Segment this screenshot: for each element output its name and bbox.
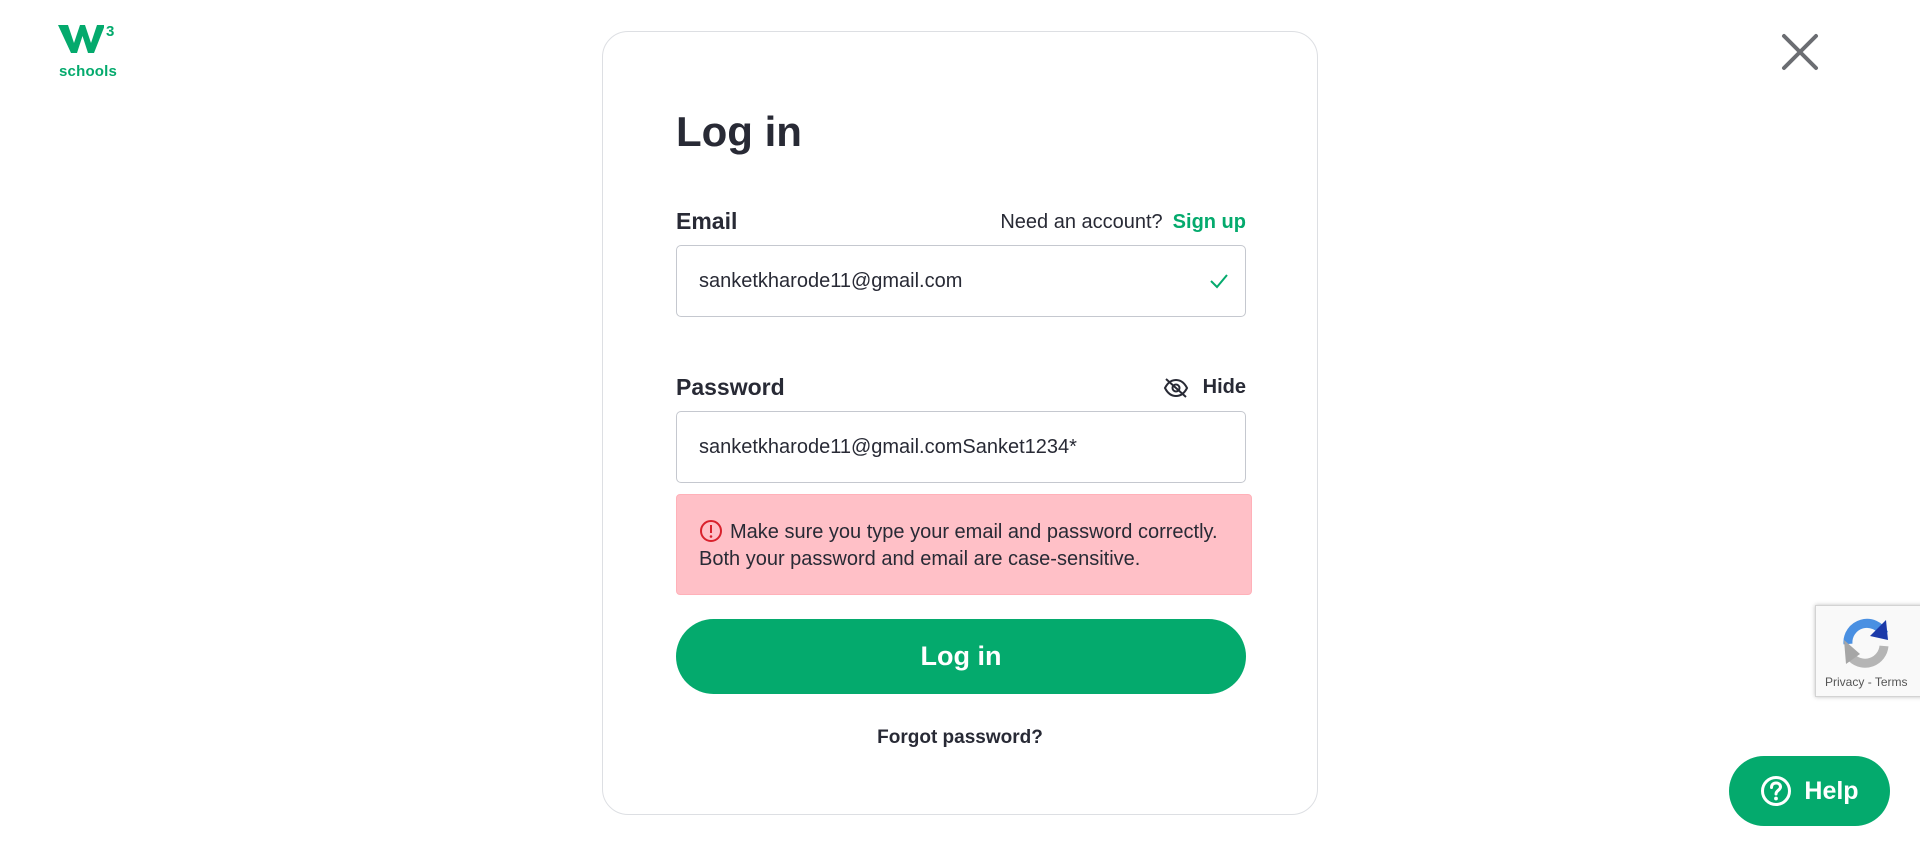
email-label: Email	[676, 208, 738, 234]
recaptcha-badge[interactable]: Privacy - Terms	[1815, 605, 1920, 697]
question-circle-icon	[1761, 776, 1792, 806]
email-field[interactable]: sanketkharode11@gmail.com	[676, 245, 1246, 317]
need-account-text: Need an account?	[1000, 211, 1163, 233]
forgot-password-link[interactable]: Forgot password?	[603, 727, 1317, 749]
password-label: Password	[676, 374, 785, 400]
recaptcha-links: Privacy - Terms	[1825, 675, 1907, 689]
close-icon	[1782, 34, 1818, 70]
password-value: sanketkharode11@gmail.comSanket1234*	[699, 435, 1077, 458]
recaptcha-icon	[1843, 618, 1889, 668]
eye-slash-icon	[1163, 377, 1188, 398]
help-label: Help	[1804, 776, 1859, 805]
error-line-2: Both your password and email are case-se…	[699, 548, 1141, 570]
logo-text: schools	[59, 63, 118, 80]
need-account-prompt: Need an account? Sign up	[1000, 211, 1246, 234]
email-value: sanketkharode11@gmail.com	[699, 269, 963, 292]
recaptcha-terms-link[interactable]: Terms	[1875, 675, 1908, 689]
login-card: Log in Email Need an account? Sign up san…	[602, 31, 1318, 815]
recaptcha-separator: -	[1867, 675, 1872, 689]
login-button[interactable]: Log in	[676, 619, 1246, 694]
password-field[interactable]: sanketkharode11@gmail.comSanket1234*	[676, 411, 1246, 483]
sign-up-link[interactable]: Sign up	[1173, 211, 1246, 233]
w3schools-logo[interactable]: 3 schools	[58, 22, 120, 82]
alert-circle-icon	[700, 520, 722, 542]
hide-password-toggle[interactable]: Hide	[1163, 376, 1246, 399]
w3-logo-icon	[58, 25, 104, 53]
checkmark-icon	[1210, 274, 1228, 289]
close-button[interactable]	[1780, 32, 1820, 72]
logo-superscript: 3	[106, 23, 115, 40]
error-message: Make sure you type your email and passwo…	[676, 494, 1252, 595]
recaptcha-privacy-link[interactable]: Privacy	[1825, 675, 1864, 689]
page-title: Log in	[676, 108, 802, 155]
error-line-1: Make sure you type your email and passwo…	[730, 521, 1218, 543]
hide-label: Hide	[1202, 376, 1246, 398]
help-button[interactable]: Help	[1729, 756, 1890, 826]
